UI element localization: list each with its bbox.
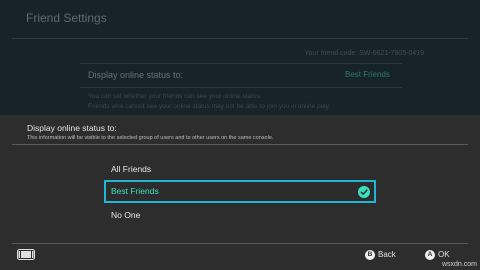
- footer-divider: [12, 243, 468, 244]
- console-icon: [17, 249, 35, 260]
- setting-value: Best Friends: [345, 70, 390, 79]
- setting-label: Display online status to:: [88, 70, 184, 80]
- dialog-divider: [12, 144, 468, 145]
- setting-description-line: You can set whether your friends can see…: [88, 93, 262, 100]
- header-divider: [12, 38, 468, 39]
- option-best-friends[interactable]: Best Friends: [104, 180, 376, 203]
- option-label: No One: [111, 210, 141, 220]
- online-status-dialog: Display online status to: This informati…: [0, 115, 480, 270]
- option-label: Best Friends: [111, 186, 159, 196]
- friend-code: Your friend code: SW-6621-7605-0419: [304, 50, 424, 57]
- setting-description-line: Friends who cannot see your online statu…: [88, 103, 331, 110]
- option-all-friends[interactable]: All Friends: [104, 158, 376, 181]
- option-no-one[interactable]: No One: [104, 204, 376, 227]
- online-status-setting-row[interactable]: Display online status to: Best Friends: [80, 63, 402, 88]
- dialog-title: Display online status to:: [27, 123, 117, 133]
- back-label: Back: [378, 250, 396, 259]
- option-label: All Friends: [111, 164, 152, 174]
- page-title: Friend Settings: [26, 11, 107, 25]
- a-button-icon: A: [425, 250, 435, 260]
- ok-label: OK: [438, 250, 450, 259]
- watermark: wsxdn.com: [441, 261, 477, 268]
- b-button-icon: B: [365, 250, 375, 260]
- checkmark-icon: [358, 186, 370, 198]
- dialog-description: This information will be visible to the …: [27, 135, 274, 141]
- screen: Friend Settings Your friend code: SW-662…: [0, 0, 480, 270]
